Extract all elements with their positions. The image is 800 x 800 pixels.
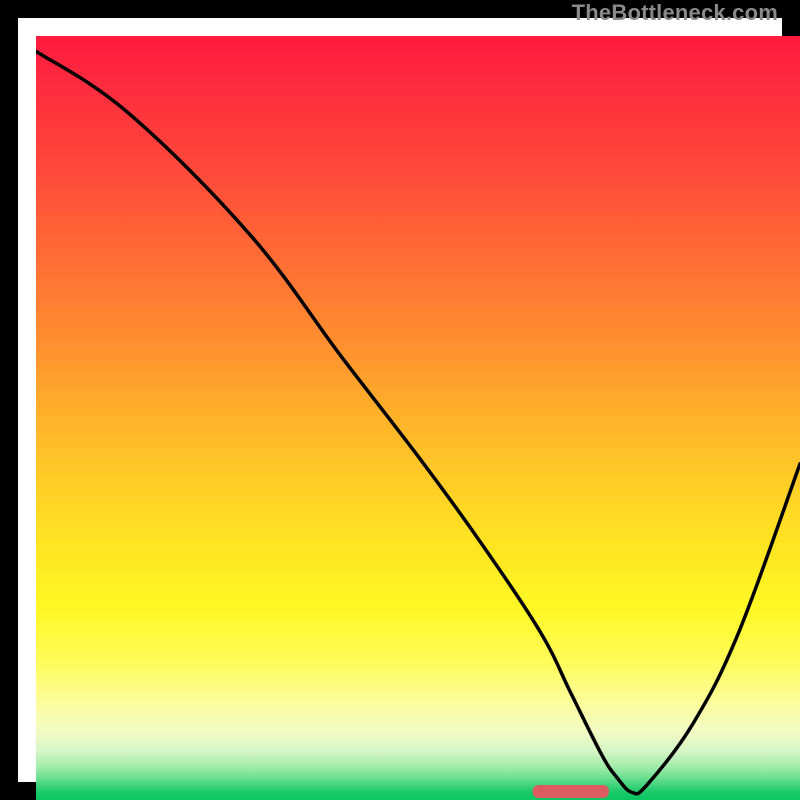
chart-border xyxy=(0,0,800,800)
optimal-marker xyxy=(533,785,609,798)
bottleneck-curve xyxy=(36,51,800,794)
watermark-text: TheBottleneck.com xyxy=(572,0,778,26)
chart-svg xyxy=(36,36,800,800)
plot-area xyxy=(36,36,800,800)
